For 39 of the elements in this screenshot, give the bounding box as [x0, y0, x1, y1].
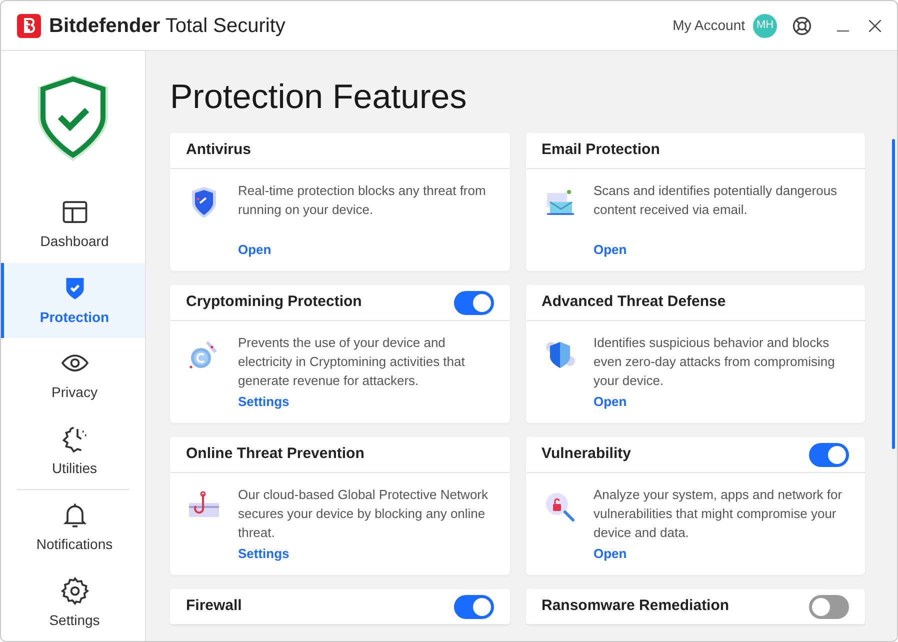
page-title: Protection Features [170, 77, 468, 117]
scrollbar[interactable] [892, 139, 894, 449]
sidebar-item[interactable]: Privacy [1, 338, 145, 414]
account-link[interactable]: My Account [672, 15, 745, 36]
card-link[interactable]: Open [594, 240, 849, 259]
toggle-switch[interactable] [809, 442, 849, 466]
help-icon[interactable] [791, 14, 813, 36]
card-title: Cryptomining Protection [186, 292, 362, 312]
sidebar-item[interactable]: Protection [1, 262, 145, 338]
card-description: Analyze your system, apps and network for vulnerabilities that might compromise your device and data. [594, 486, 844, 542]
card-link[interactable]: Settings [238, 544, 494, 563]
card-title: Firewall [186, 596, 242, 616]
logo-icon [17, 14, 41, 38]
settings-icon [60, 576, 90, 606]
shield-check-icon [36, 73, 110, 163]
app-title: Bitdefender Total Security [49, 14, 286, 38]
card-link[interactable]: Open [594, 544, 849, 563]
card-link[interactable]: Open [238, 240, 494, 259]
card-description: Scans and identifies potentially dangerous content received via email. [594, 182, 838, 219]
card-title: Vulnerability [542, 444, 631, 464]
card-title: Online Threat Prevention [186, 444, 364, 464]
card-link[interactable]: Open [594, 392, 849, 411]
card-description: Our cloud-based Global Protective Network secures your device by blocking any online threat. [238, 486, 490, 542]
card-title: Antivirus [186, 140, 252, 160]
sidebar-item[interactable]: Settings [1, 566, 145, 641]
close-icon[interactable] [869, 20, 881, 32]
card-description: Identifies suspicious behavior and blocks even zero-day attacks from compromising your device. [594, 334, 836, 390]
card-description: Real-time protection blocks any threat from running on your device. [238, 182, 487, 219]
toggle-switch[interactable] [454, 290, 494, 314]
sidebar-item[interactable]: Utilities [1, 414, 145, 489]
toggle-switch[interactable] [454, 594, 494, 618]
card-title: Advanced Threat Defense [542, 292, 726, 312]
card-title: Ransomware Remediation [542, 596, 730, 616]
card-link[interactable]: Settings [238, 392, 494, 411]
card-title: Email Protection [542, 140, 660, 160]
toggle-switch[interactable] [809, 594, 849, 618]
sidebar-item[interactable]: Notifications [1, 490, 145, 566]
sidebar-item[interactable]: Dashboard [1, 187, 145, 262]
card-description: Prevents the use of your device and electricity in Cryptomining activities that generate revenue for attackers. [238, 334, 466, 390]
